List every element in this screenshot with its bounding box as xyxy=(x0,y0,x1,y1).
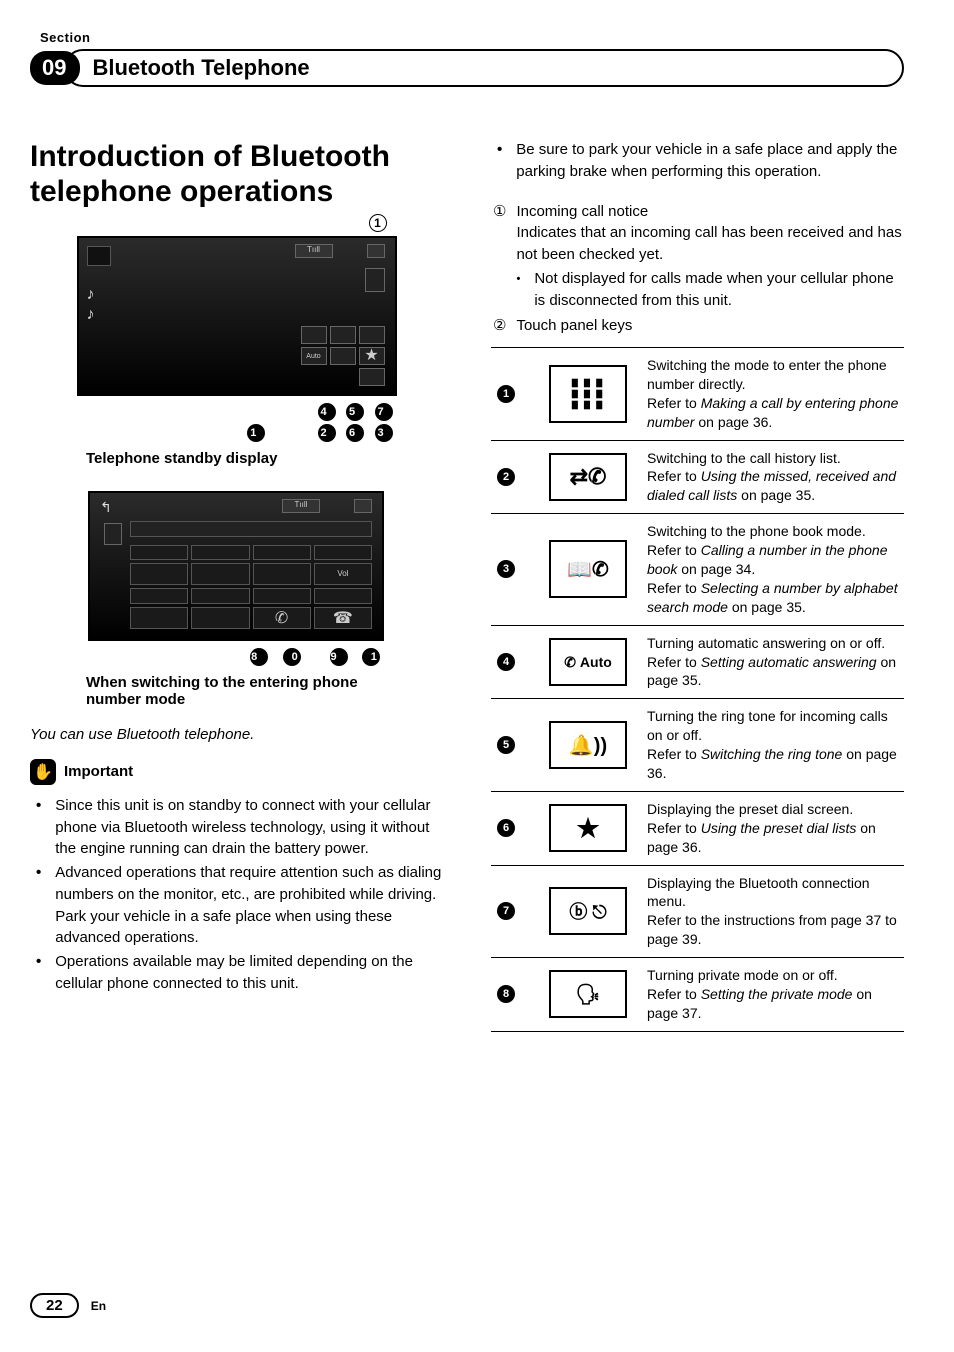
right-top-bullet: Be sure to park your vehicle in a safe p… xyxy=(491,139,904,183)
row-description: Switching the mode to enter the phone nu… xyxy=(643,348,904,440)
row-number-cell: 5 xyxy=(491,699,533,791)
row-icon-cell: ✆Auto xyxy=(533,626,643,699)
auto-icon: ✆Auto xyxy=(549,638,627,686)
callout-1: 1 xyxy=(369,214,387,232)
bullet-item: Since this unit is on standby to connect… xyxy=(30,795,443,860)
row-description: Switching to the call history list.Refer… xyxy=(643,441,904,514)
row-number-badge: 2 xyxy=(497,468,515,486)
keypad-icon: ∎∎∎∎∎∎∎∎∎ xyxy=(549,365,627,423)
row-description: Displaying the preset dial screen.Refer … xyxy=(643,792,904,865)
figure2-caption: When switching to the entering phone num… xyxy=(86,674,386,708)
row-number-cell: 3 xyxy=(491,514,533,624)
row-number-badge: 3 xyxy=(497,560,515,578)
circled-item-1: ① Incoming call notice Indicates that an… xyxy=(491,201,904,314)
callout-bk-1: 1 xyxy=(247,424,265,442)
table-row: 7 ⓑ ⎋ Displaying the Bluetooth connection … xyxy=(491,865,904,958)
callout-bk-8: 8 xyxy=(250,648,268,666)
callout-bk-6: 6 xyxy=(346,424,364,442)
table-row: 1 ∎∎∎∎∎∎∎∎∎ Switching the mode to enter th… xyxy=(491,348,904,440)
row-icon-cell: ⇄✆ xyxy=(533,441,643,514)
row-number-cell: 6 xyxy=(491,792,533,865)
callout-bk-7: 7 xyxy=(375,403,393,421)
row-number-badge: 7 xyxy=(497,902,515,920)
circled-title: Touch panel keys xyxy=(516,315,632,337)
row-number-cell: 8 xyxy=(491,958,533,1031)
row-number-badge: 5 xyxy=(497,736,515,754)
main-heading: Introduction of Bluetooth telephone oper… xyxy=(30,139,443,210)
figure-standby-display: 1 ♪ ♪ Tııll xyxy=(67,236,407,442)
callout-bk-3: 3 xyxy=(375,424,393,442)
row-number-badge: 8 xyxy=(497,985,515,1003)
row-description: Turning automatic answering on or off.Re… xyxy=(643,626,904,699)
row-icon-cell: ★ xyxy=(533,792,643,865)
figure-entering-number: ↰ Tııll Vol ✆☎ 8 10 xyxy=(86,491,386,666)
row-description: Turning the ring tone for incoming calls… xyxy=(643,699,904,791)
figure2-callouts: 8 10 9 11 xyxy=(86,647,386,666)
figure1-callouts: 4 5 7 1 2 6 3 xyxy=(67,402,407,442)
language-code: En xyxy=(91,1299,106,1313)
row-description: Turning private mode on or off.Refer to … xyxy=(643,958,904,1031)
bullet-item: Be sure to park your vehicle in a safe p… xyxy=(491,139,904,183)
important-label: Important xyxy=(64,763,133,780)
screen-mock-1: ♪ ♪ Tııll Auto xyxy=(77,236,397,396)
bullet-item: Operations available may be limited depe… xyxy=(30,951,443,995)
bullet-item: Not displayed for calls made when your c… xyxy=(516,268,904,312)
row-icon-cell: 🗣 xyxy=(533,958,643,1031)
row-number-cell: 1 xyxy=(491,348,533,440)
circled-marker-1: ① xyxy=(493,201,506,314)
star-icon: ★ xyxy=(549,804,627,852)
table-row: 6 ★ Displaying the preset dial screen.Refe… xyxy=(491,791,904,865)
page-number: 22 xyxy=(30,1293,79,1318)
private-icon: 🗣 xyxy=(549,970,627,1018)
touch-keys-table: 1 ∎∎∎∎∎∎∎∎∎ Switching the mode to enter th… xyxy=(491,347,904,1032)
circled-title: Incoming call notice xyxy=(516,201,904,223)
callout-bk-5: 5 xyxy=(346,403,364,421)
callout-bk-4: 4 xyxy=(318,403,336,421)
row-number-badge: 6 xyxy=(497,819,515,837)
table-row: 2 ⇄✆ Switching to the call history list.Re… xyxy=(491,440,904,514)
phonebook-icon: 📖✆ xyxy=(549,540,627,598)
chapter-title: Bluetooth Telephone xyxy=(64,49,904,87)
chapter-header: 09 Bluetooth Telephone xyxy=(30,49,904,87)
row-number-cell: 7 xyxy=(491,866,533,958)
row-icon-cell: 📖✆ xyxy=(533,514,643,624)
row-number-badge: 1 xyxy=(497,385,515,403)
section-number: 09 xyxy=(30,51,80,85)
table-row: 5 🔔)) Turning the ring tone for incoming c… xyxy=(491,698,904,791)
row-icon-cell: 🔔)) xyxy=(533,699,643,791)
row-description: Displaying the Bluetooth connection menu… xyxy=(643,866,904,958)
row-number-badge: 4 xyxy=(497,653,515,671)
table-row: 3 📖✆ Switching to the phone book mode.Refe… xyxy=(491,513,904,624)
italic-note: You can use Bluetooth telephone. xyxy=(30,726,443,743)
callout-bk-10: 10 xyxy=(283,648,301,666)
page-footer: 22 En xyxy=(30,1293,106,1318)
bullet-item: Advanced operations that require attenti… xyxy=(30,862,443,949)
table-row: 4 ✆Auto Turning automatic answering on or … xyxy=(491,625,904,699)
left-column: Introduction of Bluetooth telephone oper… xyxy=(30,139,443,1032)
ringtone-icon: 🔔)) xyxy=(549,721,627,769)
btmenu-icon: ⓑ ⎋ xyxy=(549,887,627,935)
screen-mock-2: ↰ Tııll Vol ✆☎ xyxy=(88,491,384,641)
callout-bk-11: 11 xyxy=(362,648,380,666)
row-icon-cell: ∎∎∎∎∎∎∎∎∎ xyxy=(533,348,643,440)
row-description: Switching to the phone book mode.Refer t… xyxy=(643,514,904,624)
figure1-caption: Telephone standby display xyxy=(86,450,443,467)
callout-bk-2: 2 xyxy=(318,424,336,442)
history-icon: ⇄✆ xyxy=(549,453,627,501)
row-icon-cell: ⓑ ⎋ xyxy=(533,866,643,958)
row-number-cell: 2 xyxy=(491,441,533,514)
callout-bk-9: 9 xyxy=(330,648,348,666)
circled-item-2: ② Touch panel keys xyxy=(491,315,904,337)
table-row: 8 🗣 Turning private mode on or off.Refer t… xyxy=(491,957,904,1031)
right-column: Be sure to park your vehicle in a safe p… xyxy=(491,139,904,1032)
important-icon: ✋ xyxy=(30,759,56,785)
row-number-cell: 4 xyxy=(491,626,533,699)
section-label: Section xyxy=(40,30,904,45)
circled-body: Indicates that an incoming call has been… xyxy=(516,222,904,266)
circled-marker-2: ② xyxy=(493,315,506,337)
important-bullets: Since this unit is on standby to connect… xyxy=(30,795,443,995)
